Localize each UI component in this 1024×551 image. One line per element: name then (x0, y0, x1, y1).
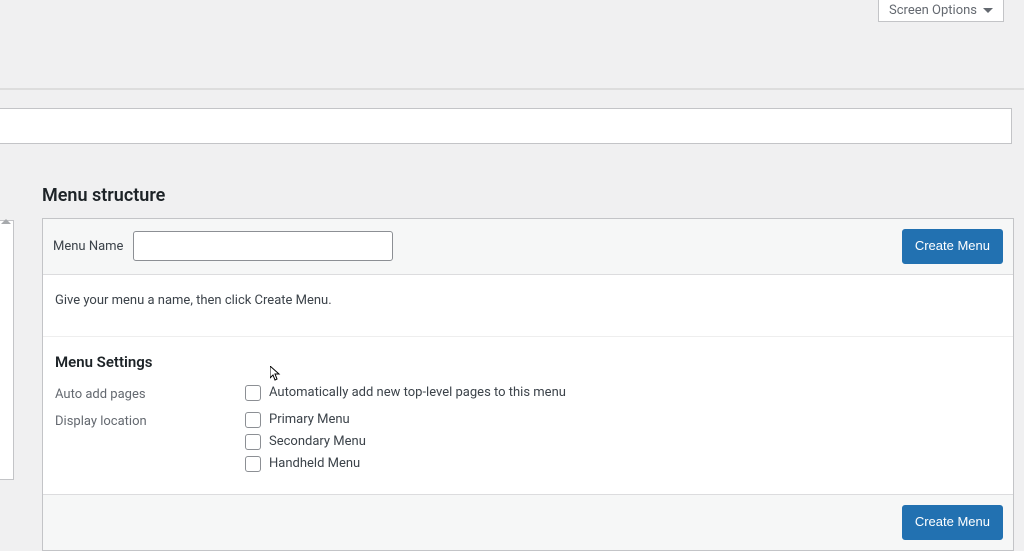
location-option-primary[interactable]: Primary Menu (245, 412, 366, 428)
menu-structure-panel: Menu Name Create Menu Give your menu a n… (42, 218, 1014, 551)
divider (0, 88, 1024, 90)
primary-menu-label: Primary Menu (269, 412, 350, 427)
secondary-menu-checkbox[interactable] (245, 434, 261, 450)
chevron-up-icon (1, 219, 11, 224)
menu-footer: Create Menu (43, 494, 1013, 550)
collapsed-sidebar-handle[interactable] (0, 220, 14, 480)
create-menu-button-footer[interactable]: Create Menu (902, 505, 1003, 540)
page-title: Menu structure (42, 185, 1014, 206)
menu-settings-title: Menu Settings (55, 353, 1001, 371)
divider (43, 336, 1013, 337)
auto-add-option-label: Automatically add new top-level pages to… (269, 385, 566, 400)
instruction-text: Give your menu a name, then click Create… (55, 293, 1001, 308)
location-option-secondary[interactable]: Secondary Menu (245, 434, 366, 450)
screen-options-toggle[interactable]: Screen Options (878, 0, 1004, 22)
secondary-menu-label: Secondary Menu (269, 434, 366, 449)
auto-add-pages-row: Auto add pages Automatically add new top… (55, 385, 1001, 402)
handheld-menu-label: Handheld Menu (269, 456, 360, 471)
auto-add-option[interactable]: Automatically add new top-level pages to… (245, 385, 566, 401)
menu-body: Give your menu a name, then click Create… (43, 275, 1013, 494)
primary-menu-checkbox[interactable] (245, 412, 261, 428)
auto-add-checkbox[interactable] (245, 385, 261, 401)
display-location-label: Display location (55, 412, 245, 429)
location-option-handheld[interactable]: Handheld Menu (245, 456, 366, 472)
menu-name-input[interactable] (133, 231, 393, 261)
display-location-row: Display location Primary Menu Secondary … (55, 412, 1001, 472)
menu-header: Menu Name Create Menu (43, 219, 1013, 275)
create-menu-button[interactable]: Create Menu (902, 229, 1003, 264)
screen-options-label: Screen Options (889, 3, 977, 18)
auto-add-label: Auto add pages (55, 385, 245, 402)
menu-name-label: Menu Name (53, 239, 123, 254)
empty-panel (0, 108, 1012, 144)
chevron-down-icon (983, 8, 993, 13)
handheld-menu-checkbox[interactable] (245, 456, 261, 472)
